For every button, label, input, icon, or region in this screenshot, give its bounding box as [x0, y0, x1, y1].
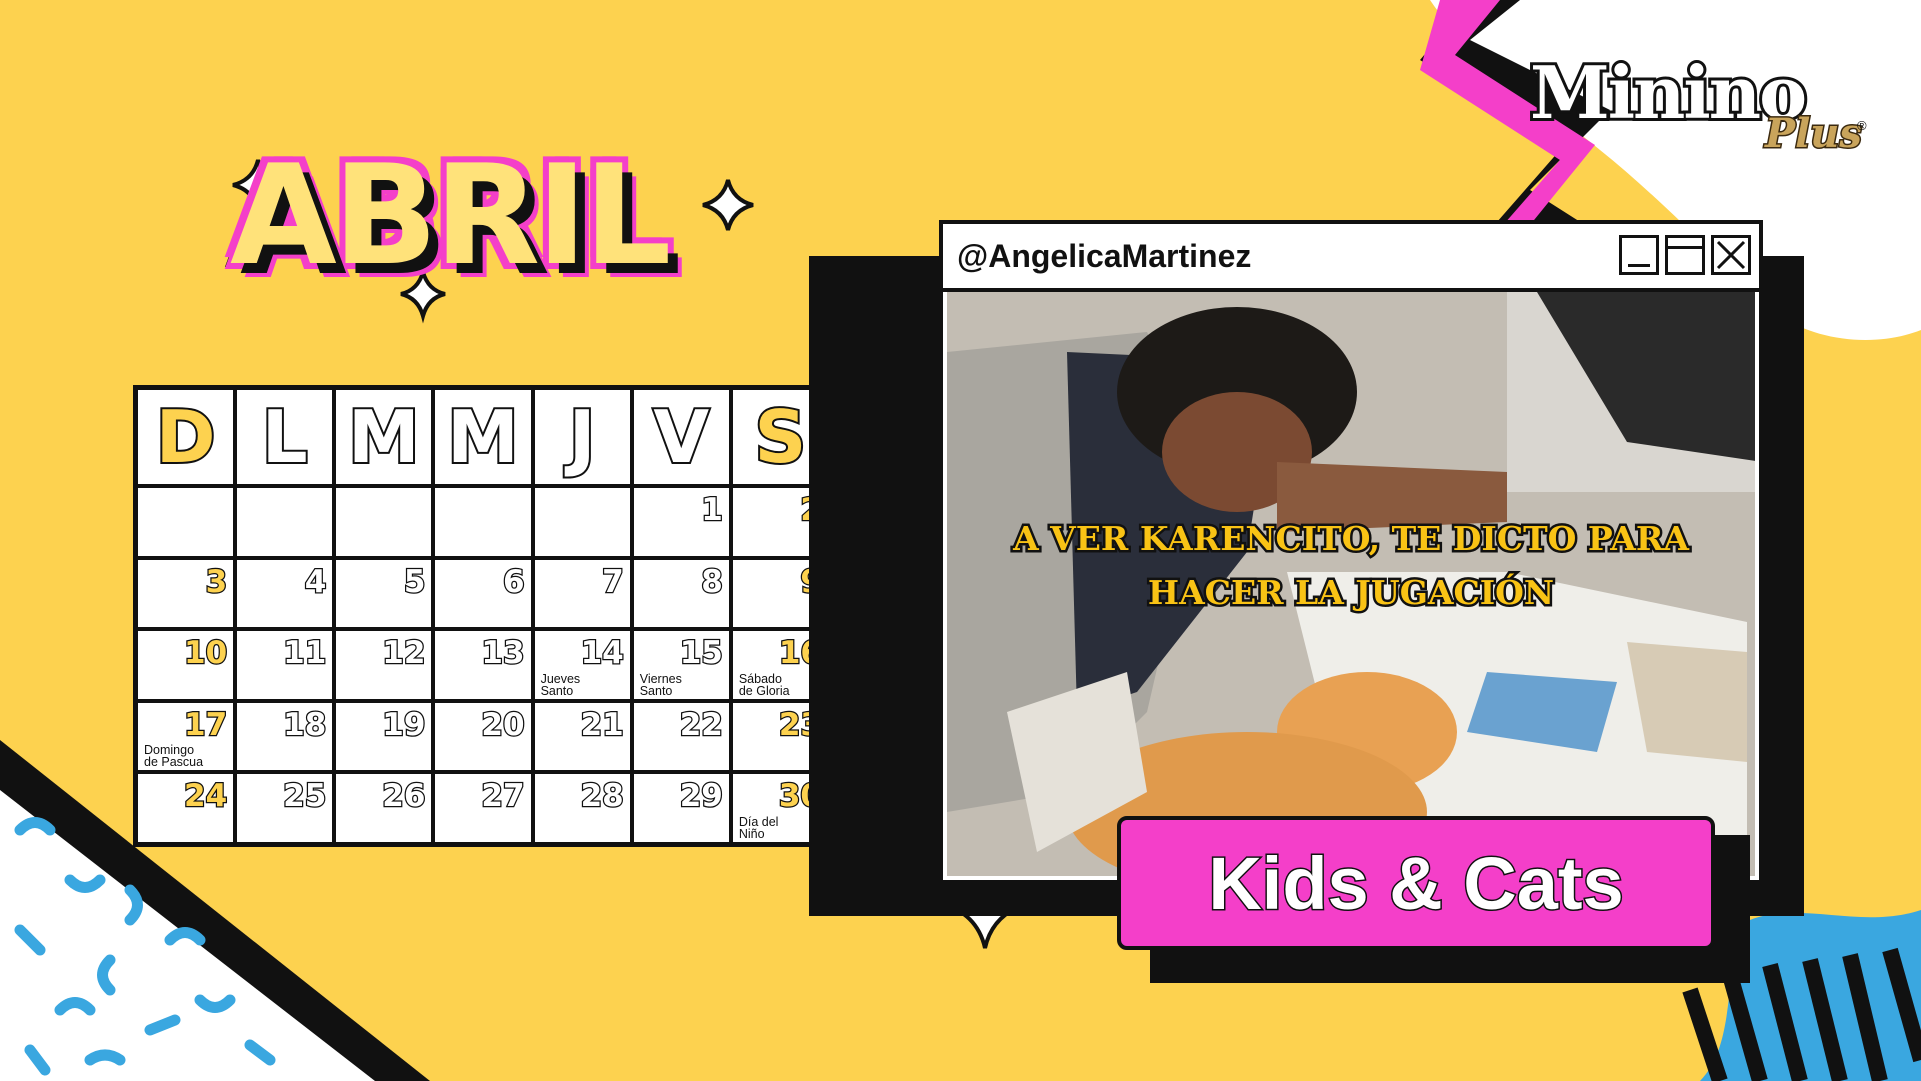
day-number: 15: [678, 634, 724, 673]
calendar-day-cell: [532, 486, 632, 558]
maximize-icon: [1665, 235, 1705, 275]
plus-logo: Plus: [1764, 109, 1864, 159]
day-number: 7: [601, 562, 625, 601]
day-number: 24: [183, 777, 229, 816]
calendar-day-cell: 19: [334, 700, 434, 773]
calendar-day-cell: 8: [631, 557, 731, 630]
close-icon: [1711, 235, 1751, 275]
day-number: 13: [480, 634, 526, 673]
calendar-day-cell: 4: [235, 557, 335, 630]
minino-logo: Minino: [1527, 47, 1810, 138]
calendar-day-cell: 18: [235, 700, 335, 773]
day-number: 21: [579, 706, 625, 745]
caption-line-1: A VER KARENCITO, TE DICTO PARA: [1011, 517, 1692, 561]
day-number: 4: [303, 562, 327, 601]
weekday-header: J: [532, 388, 632, 486]
day-number: 10: [183, 634, 229, 673]
weekday-header: M: [334, 388, 434, 486]
calendar-day-cell: 25: [235, 772, 335, 844]
registered-mark: ®: [1857, 118, 1867, 133]
calendar-day-cell: 1: [631, 486, 731, 558]
calendar-day-cell: 24: [136, 772, 236, 844]
calendar-day-cell: 29: [631, 772, 731, 844]
calendar-day-cell: 20: [433, 700, 533, 773]
day-number: 18: [282, 706, 328, 745]
day-note: Sábado de Gloria: [738, 671, 790, 698]
weekday-header: D: [136, 388, 236, 486]
day-number: 11: [282, 634, 328, 673]
weekday-header: V: [631, 388, 731, 486]
day-note: Día del Niño: [738, 814, 779, 841]
author-handle: @AngelicaMartinez: [957, 237, 1252, 274]
category-label: Kids & Cats: [1207, 840, 1625, 926]
calendar-day-cell: 22: [631, 700, 731, 773]
calendar-day-cell: 26: [334, 772, 434, 844]
day-number: 27: [480, 777, 526, 816]
meme-window: @AngelicaMartinez A VER KARENCITO, TE DI…: [939, 220, 1763, 884]
calendar-day-cell: 27: [433, 772, 533, 844]
calendar-day-cell: [334, 486, 434, 558]
day-number: 20: [480, 706, 526, 745]
weekday-header: M: [433, 388, 533, 486]
day-note: Domingo de Pascua: [144, 743, 204, 770]
day-number: 17: [183, 706, 229, 745]
minimize-icon: [1619, 235, 1659, 275]
calendar-day-cell: 12: [334, 629, 434, 701]
day-number: 6: [502, 562, 526, 601]
meme-caption: A VER KARENCITO, TE DICTO PARA HACER LA …: [947, 512, 1755, 620]
calendar-day-cell: 10: [136, 629, 236, 701]
calendar-day-cell: 28: [532, 772, 632, 844]
calendar-day-cell: 14 Jueves Santo: [532, 629, 632, 701]
caption-line-2: HACER LA JUGACIÓN: [1145, 571, 1556, 615]
day-number: 5: [403, 562, 427, 601]
category-badge: Kids & Cats: [1117, 816, 1715, 950]
day-note: Jueves Santo: [540, 671, 581, 698]
meme-photo: A VER KARENCITO, TE DICTO PARA HACER LA …: [947, 292, 1755, 876]
calendar-grid: DLMMJVS1234567891011121314Jueves Santo15…: [133, 385, 833, 847]
calendar-day-cell: [433, 486, 533, 558]
day-number: 14: [579, 634, 625, 673]
calendar-day-cell: 6: [433, 557, 533, 630]
calendar-day-cell: [235, 486, 335, 558]
day-number: 3: [204, 562, 228, 601]
calendar-day-cell: 3: [136, 557, 236, 630]
calendar-day-cell: [136, 486, 236, 558]
weekday-header: L: [235, 388, 335, 486]
calendar-day-cell: 21: [532, 700, 632, 773]
day-number: 8: [700, 562, 724, 601]
calendar-day-cell: 5: [334, 557, 434, 630]
day-number: 19: [381, 706, 427, 745]
day-number: 1: [700, 491, 724, 530]
month-title: ABRIL: [226, 131, 676, 300]
day-number: 22: [678, 706, 724, 745]
day-number: 29: [678, 777, 724, 816]
day-number: 12: [381, 634, 427, 673]
calendar-day-cell: 17 Domingo de Pascua: [136, 700, 236, 773]
window-title-bar: @AngelicaMartinez: [943, 224, 1759, 292]
calendar-day-cell: 7: [532, 557, 632, 630]
day-number: 28: [579, 777, 625, 816]
calendar-day-cell: 13: [433, 629, 533, 701]
day-note: Viernes Santo: [639, 671, 682, 698]
day-number: 25: [282, 777, 328, 816]
calendar-day-cell: 15 Viernes Santo: [631, 629, 731, 701]
calendar-day-cell: 11: [235, 629, 335, 701]
day-number: 26: [381, 777, 427, 816]
